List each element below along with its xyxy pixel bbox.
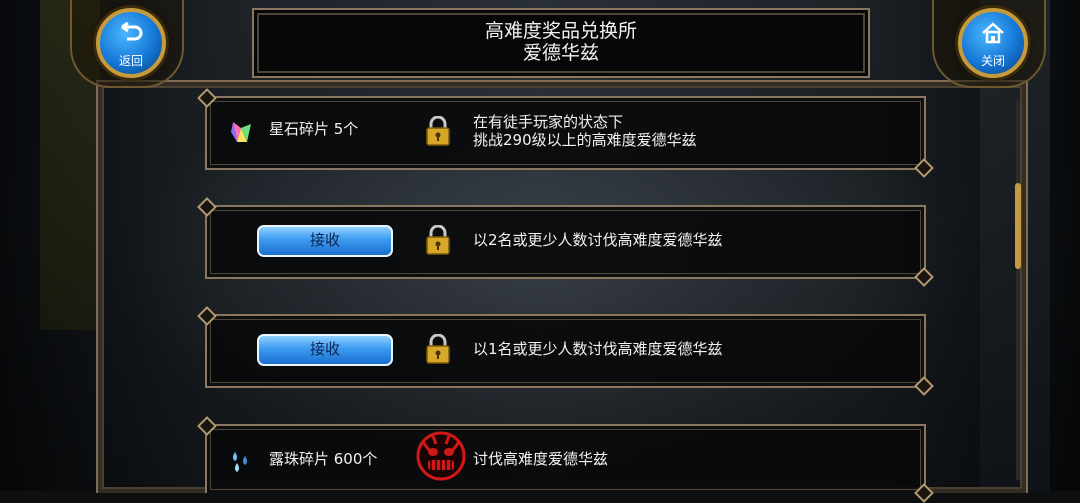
close-button[interactable]: 关闭 xyxy=(958,8,1028,78)
condition-text: 在有徒手玩家的状态下 挑战290级以上的高难度爱德华兹 xyxy=(473,113,697,149)
reward-label: 星石碎片 5个 xyxy=(269,120,359,138)
reward-row: 星石碎片 5个 在有徒手玩家的状态下 挑战290级以上的高难度爱德华兹 xyxy=(205,96,926,170)
receive-button[interactable]: 接收 xyxy=(257,334,393,366)
condition-line: 挑战290级以上的高难度爱德华兹 xyxy=(473,131,697,149)
title-banner: 高难度奖品兑换所 爱德华兹 xyxy=(252,8,870,78)
condition-text: 讨伐高难度爱德华兹 xyxy=(473,450,609,468)
receive-button[interactable]: 接收 xyxy=(257,225,393,257)
lock-icon xyxy=(425,115,451,146)
scrollbar-track[interactable] xyxy=(1016,100,1020,480)
page-subtitle: 爱德华兹 xyxy=(522,42,599,64)
dew-drops-icon xyxy=(227,448,255,476)
lock-icon xyxy=(425,333,451,364)
condition-line: 在有徒手玩家的状态下 xyxy=(473,113,624,131)
page-title: 高难度奖品兑换所 xyxy=(484,20,637,42)
back-label: 返回 xyxy=(118,54,143,68)
home-icon xyxy=(962,22,1024,49)
reward-row: 接收 以2名或更少人数讨伐高难度爱德华兹 xyxy=(205,205,926,279)
scrollbar-thumb[interactable] xyxy=(1015,183,1021,269)
demon-mask-icon xyxy=(415,430,467,482)
crystal-shard-icon xyxy=(227,118,255,146)
back-button[interactable]: 返回 xyxy=(96,8,166,78)
reward-label: 露珠碎片 600个 xyxy=(269,450,378,468)
lock-icon xyxy=(425,224,451,255)
reward-row: 露珠碎片 600个 讨伐高难度爱德华兹 xyxy=(205,424,926,493)
return-arrow-icon xyxy=(100,21,162,49)
condition-text: 以2名或更少人数讨伐高难度爱德华兹 xyxy=(473,231,723,249)
close-label: 关闭 xyxy=(980,54,1005,68)
reward-row: 接收 以1名或更少人数讨伐高难度爱德华兹 xyxy=(205,314,926,388)
condition-text: 以1名或更少人数讨伐高难度爱德华兹 xyxy=(473,340,723,358)
